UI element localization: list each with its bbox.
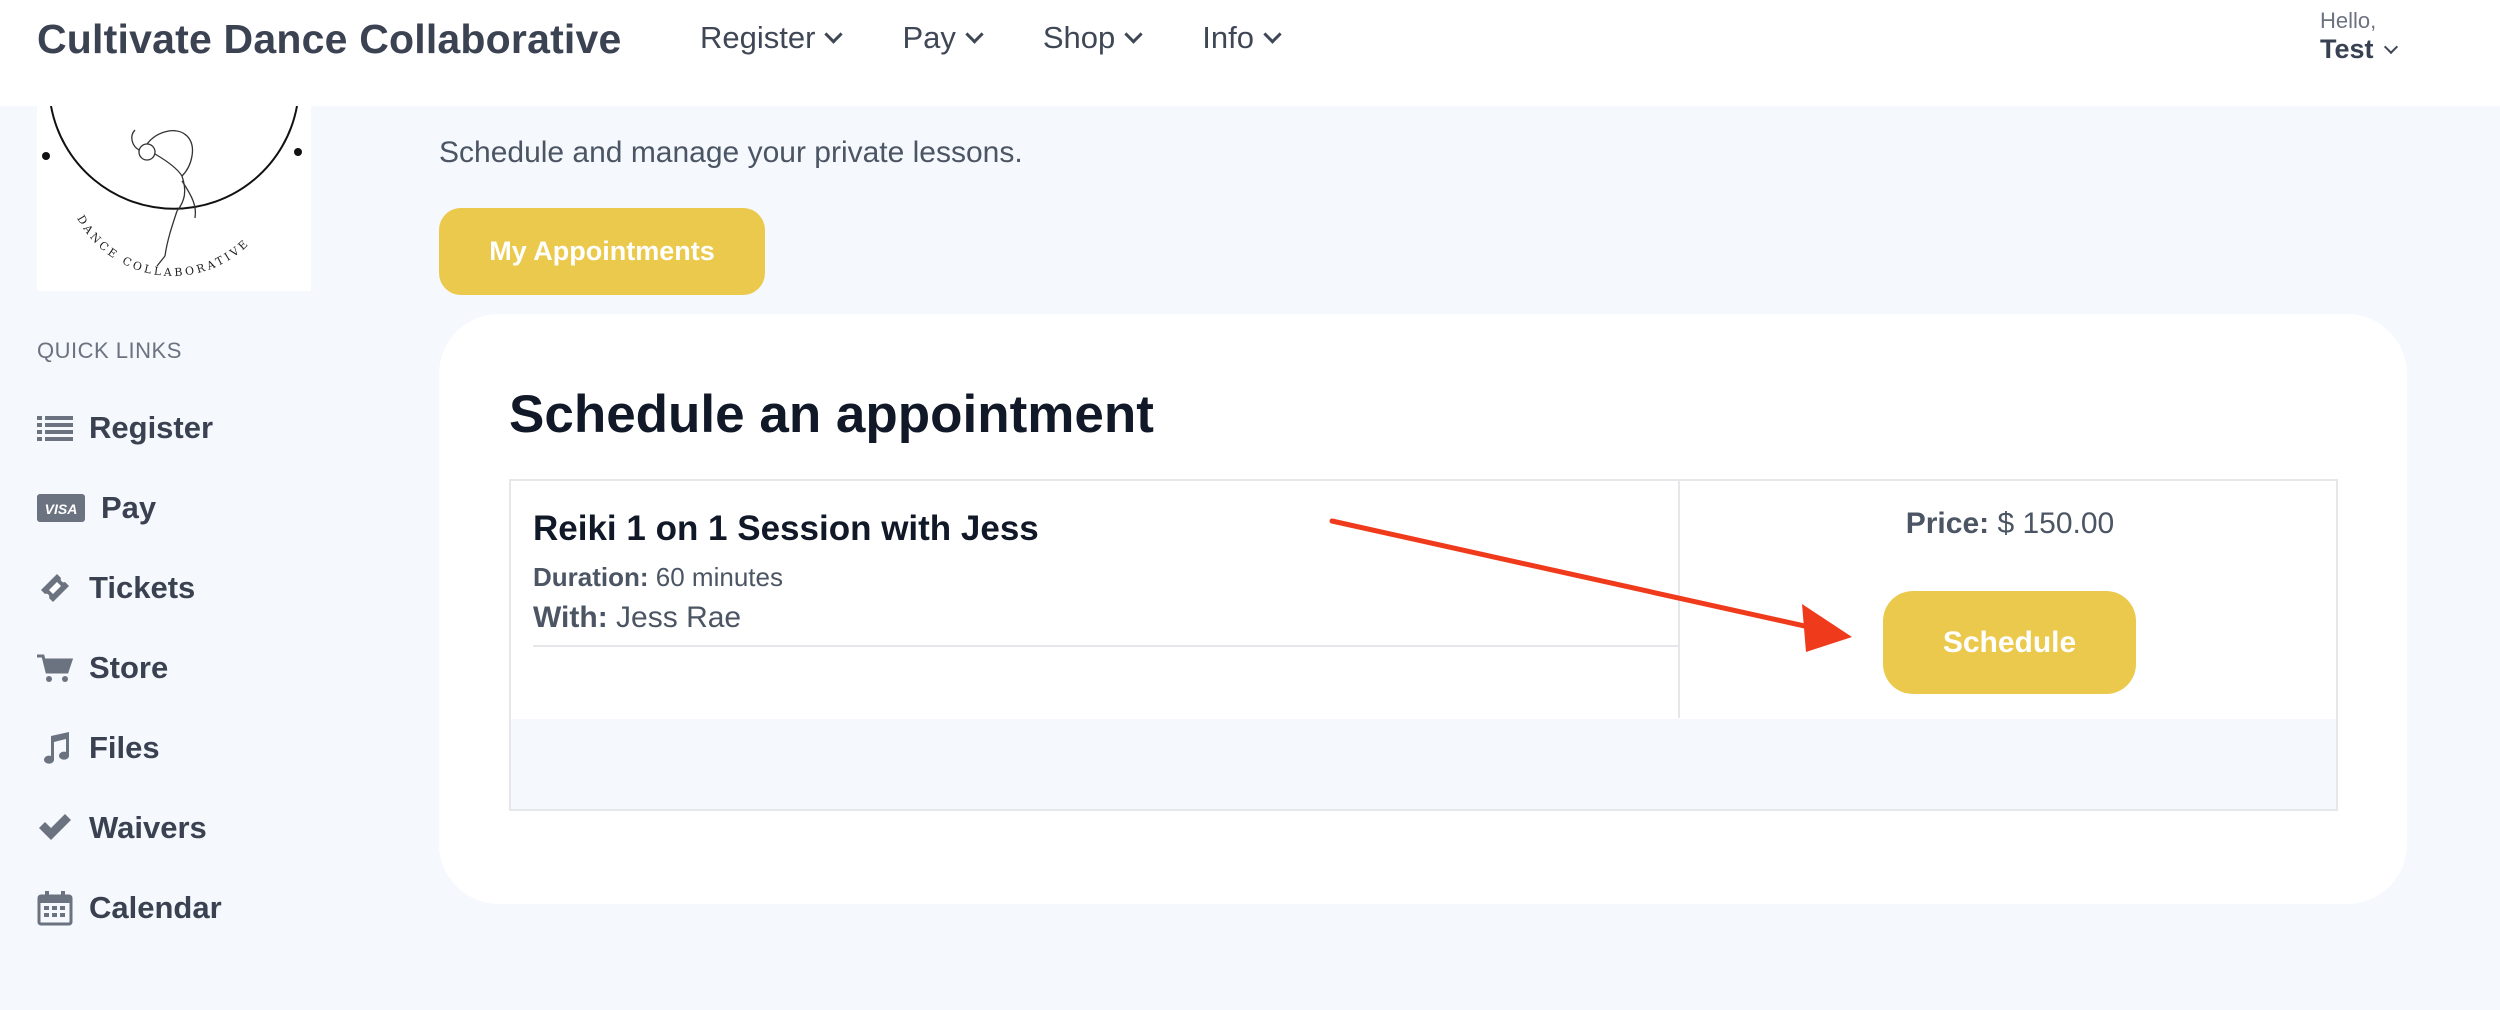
- logo-ring-text: DANCE COLLABORATIVE: [74, 213, 252, 279]
- chevron-down-icon: [1124, 24, 1143, 44]
- sidebar-item-label: Register: [89, 410, 214, 445]
- nav-pay[interactable]: Pay: [902, 20, 984, 56]
- price-value: $ 150.00: [1997, 507, 2115, 540]
- appointment-footer: [509, 719, 2338, 811]
- check-icon: [37, 810, 73, 846]
- sidebar-item-label: Tickets: [89, 570, 196, 605]
- sidebar-item-register[interactable]: Register: [37, 410, 213, 446]
- page-subtitle: Schedule and manage your private lessons…: [439, 136, 1023, 169]
- schedule-button[interactable]: Schedule: [1883, 591, 2136, 694]
- nav-info[interactable]: Info: [1202, 20, 1282, 56]
- top-navbar: Cultivate Dance Collaborative Register P…: [0, 0, 2500, 106]
- duration-label: Duration:: [533, 562, 649, 592]
- sidebar-item-label: Files: [89, 730, 160, 765]
- main-nav: Register Pay Shop Info: [700, 20, 1341, 56]
- user-name-row[interactable]: Test: [2320, 34, 2398, 65]
- calendar-icon: [37, 890, 73, 926]
- cart-icon: [37, 650, 73, 686]
- chevron-down-icon: [1263, 24, 1282, 44]
- nav-pay-label: Pay: [902, 20, 956, 55]
- nav-shop-label: Shop: [1042, 20, 1116, 55]
- appointment-price: Price: $ 150.00: [1681, 507, 2339, 541]
- chevron-down-icon: [965, 24, 984, 44]
- appointment-details: Reiki 1 on 1 Session with Jess Duration:…: [511, 481, 1680, 718]
- appointment-name: Reiki 1 on 1 Session with Jess: [533, 509, 1039, 548]
- nav-shop[interactable]: Shop: [1042, 20, 1143, 56]
- nav-register-label: Register: [700, 20, 816, 55]
- appointment-instructor: With: Jess Rae: [533, 601, 741, 635]
- divider: [533, 645, 1678, 647]
- card-title: Schedule an appointment: [509, 385, 1154, 444]
- sidebar-item-tickets[interactable]: Tickets: [37, 570, 195, 606]
- quick-links-title: QUICK LINKS: [37, 338, 182, 363]
- price-label: Price:: [1905, 507, 1990, 540]
- sidebar-item-label: Calendar: [89, 890, 222, 925]
- sidebar-item-waivers[interactable]: Waivers: [37, 810, 207, 846]
- visa-card-icon: VISA: [37, 490, 85, 526]
- sidebar-item-label: Pay: [101, 490, 157, 525]
- sidebar-item-label: Waivers: [89, 810, 207, 845]
- user-name: Test: [2320, 34, 2374, 64]
- my-appointments-button[interactable]: My Appointments: [439, 208, 765, 295]
- nav-register[interactable]: Register: [700, 20, 844, 56]
- svg-text:VISA: VISA: [45, 501, 78, 517]
- sidebar-item-calendar[interactable]: Calendar: [37, 890, 222, 926]
- chevron-down-icon: [824, 24, 844, 44]
- schedule-card: Schedule an appointment Reiki 1 on 1 Ses…: [439, 314, 2407, 904]
- sidebar-item-files[interactable]: Files: [37, 730, 160, 766]
- sidebar-item-store[interactable]: Store: [37, 650, 168, 686]
- appointment-row: Reiki 1 on 1 Session with Jess Duration:…: [509, 479, 2338, 721]
- sidebar-item-label: Store: [89, 650, 169, 685]
- chevron-down-icon: [2383, 39, 2398, 54]
- brand-title[interactable]: Cultivate Dance Collaborative: [37, 16, 622, 63]
- music-note-icon: [37, 730, 73, 766]
- ticket-icon: [37, 570, 73, 606]
- nav-info-label: Info: [1202, 20, 1254, 55]
- with-label: With:: [533, 601, 608, 634]
- user-greeting: Hello,: [2320, 8, 2377, 33]
- with-value: Jess Rae: [616, 601, 742, 634]
- logo[interactable]: DANCE COLLABORATIVE: [37, 106, 311, 291]
- appointment-duration: Duration: 60 minutes: [533, 562, 783, 593]
- user-menu[interactable]: Hello, Test: [2320, 8, 2398, 65]
- appointment-actions: Price: $ 150.00 Schedule: [1681, 481, 2339, 718]
- sidebar-item-pay[interactable]: VISA Pay: [37, 490, 156, 526]
- list-icon: [37, 410, 73, 446]
- duration-value: 60 minutes: [655, 562, 783, 592]
